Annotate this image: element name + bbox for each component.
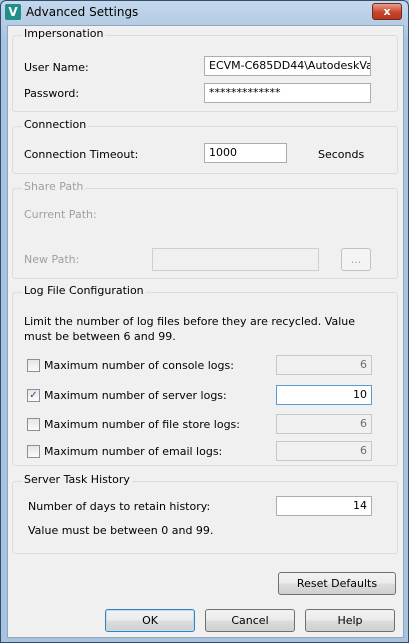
title-bar[interactable]: V Advanced Settings x bbox=[1, 1, 408, 25]
task-history-legend: Server Task History bbox=[22, 473, 132, 486]
impersonation-group: Impersonation User Name: ECVM-C685DD44\A… bbox=[12, 27, 398, 112]
log-file-configuration-group: Log File Configuration Limit the number … bbox=[12, 284, 398, 466]
window-title: Advanced Settings bbox=[26, 5, 139, 19]
checkmark-icon: ✓ bbox=[29, 390, 38, 401]
connection-group: Connection Connection Timeout: 1000 Seco… bbox=[12, 118, 398, 174]
log-config-description: Limit the number of log files before the… bbox=[24, 315, 355, 343]
server-logs-checkbox[interactable]: ✓ bbox=[27, 389, 40, 402]
reset-defaults-button[interactable]: Reset Defaults bbox=[278, 572, 396, 595]
impersonation-legend: Impersonation bbox=[22, 27, 106, 40]
new-path-label: New Path: bbox=[24, 253, 80, 266]
advanced-settings-dialog: V Advanced Settings x Impersonation User… bbox=[0, 0, 409, 643]
file-store-logs-label: Maximum number of file store logs: bbox=[44, 418, 240, 431]
close-icon: x bbox=[383, 5, 391, 18]
server-logs-label: Maximum number of server logs: bbox=[44, 389, 227, 402]
console-logs-checkbox[interactable] bbox=[27, 359, 40, 372]
server-task-history-group: Server Task History Number of days to re… bbox=[12, 473, 398, 554]
connection-timeout-label: Connection Timeout: bbox=[24, 148, 139, 161]
days-to-retain-label: Number of days to retain history: bbox=[28, 500, 211, 513]
user-name-field[interactable]: ECVM-C685DD44\AutodeskVault bbox=[204, 56, 371, 76]
days-range-note: Value must be between 0 and 99. bbox=[28, 524, 214, 537]
current-path-label: Current Path: bbox=[24, 208, 97, 221]
connection-timeout-field[interactable]: 1000 bbox=[204, 143, 287, 163]
connection-legend: Connection bbox=[22, 118, 89, 131]
password-label: Password: bbox=[24, 87, 80, 100]
cancel-button[interactable]: Cancel bbox=[205, 609, 295, 632]
file-store-logs-field[interactable]: 6 bbox=[276, 414, 372, 434]
close-button[interactable]: x bbox=[372, 3, 402, 20]
dialog-body: Impersonation User Name: ECVM-C685DD44\A… bbox=[7, 25, 404, 638]
seconds-unit-label: Seconds bbox=[318, 148, 365, 161]
server-logs-field[interactable]: 10 bbox=[276, 385, 372, 405]
log-config-legend: Log File Configuration bbox=[22, 284, 146, 297]
email-logs-field[interactable]: 6 bbox=[276, 441, 372, 461]
console-logs-field[interactable]: 6 bbox=[276, 355, 372, 375]
browse-path-button[interactable]: ... bbox=[341, 248, 371, 271]
file-store-logs-checkbox[interactable] bbox=[27, 418, 40, 431]
password-field[interactable]: ************* bbox=[204, 83, 371, 103]
email-logs-checkbox[interactable] bbox=[27, 445, 40, 458]
days-to-retain-field[interactable]: 14 bbox=[276, 496, 372, 516]
ok-button[interactable]: OK bbox=[105, 609, 195, 632]
share-path-legend: Share Path bbox=[22, 180, 86, 193]
user-name-label: User Name: bbox=[24, 61, 89, 74]
email-logs-label: Maximum number of email logs: bbox=[44, 445, 223, 458]
help-button[interactable]: Help bbox=[305, 609, 395, 632]
vault-app-icon: V bbox=[5, 4, 21, 20]
share-path-group: Share Path Current Path: New Path: ... bbox=[12, 180, 398, 279]
console-logs-label: Maximum number of console logs: bbox=[44, 359, 234, 372]
new-path-field[interactable] bbox=[152, 248, 319, 271]
